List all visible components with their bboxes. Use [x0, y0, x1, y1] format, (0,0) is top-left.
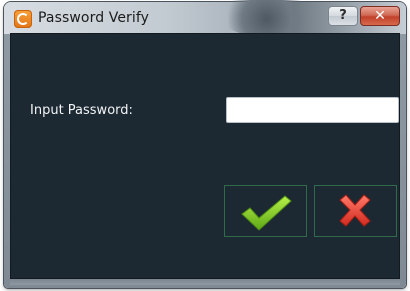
window-title: Password Verify [38, 10, 150, 26]
help-button[interactable]: ? [328, 6, 358, 26]
confirm-button[interactable] [224, 185, 307, 237]
x-mark-icon [339, 194, 371, 227]
window-bottom-frame [10, 279, 400, 285]
password-verify-dialog: Password Verify ? ✕ Input Password: [4, 0, 406, 288]
dialog-content: Input Password: [10, 33, 400, 279]
password-input[interactable] [226, 97, 399, 123]
app-logo-icon [14, 10, 32, 28]
checkmark-icon [241, 195, 292, 231]
password-label: Input Password: [30, 103, 133, 118]
title-bar[interactable]: Password Verify ? ✕ [4, 0, 406, 37]
close-window-button[interactable]: ✕ [360, 6, 400, 26]
cancel-button[interactable] [314, 185, 397, 237]
title-bar-background-decoration [219, 0, 314, 37]
